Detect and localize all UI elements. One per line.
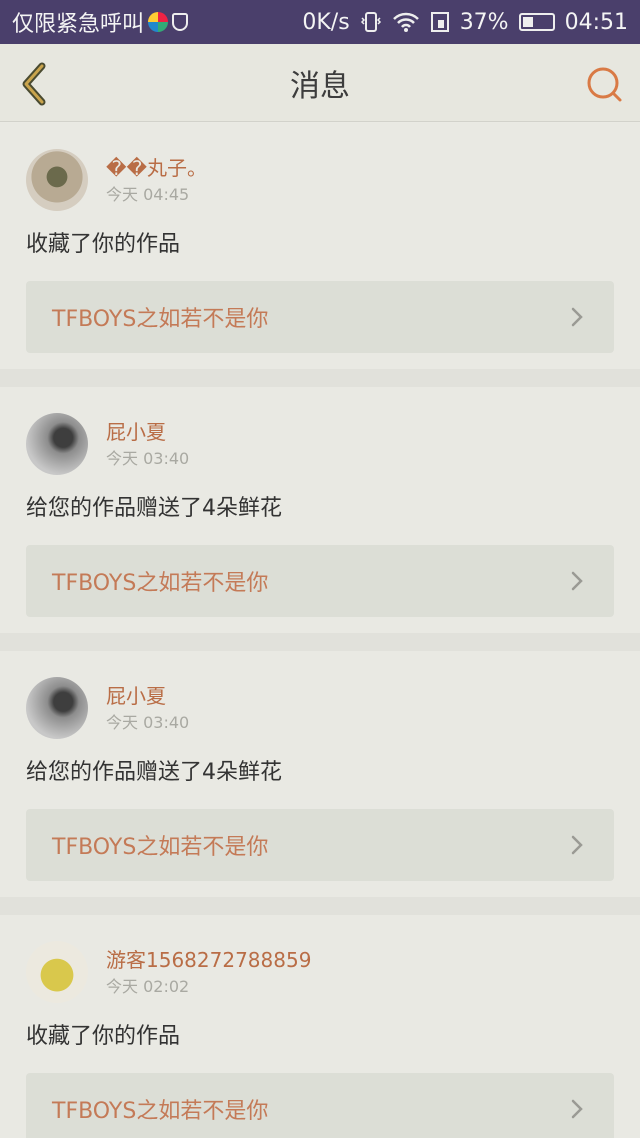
app-indicator-icon	[148, 12, 169, 32]
divider	[0, 897, 640, 915]
page-title: 消息	[290, 68, 350, 104]
action-text: 收藏了你的作品	[26, 232, 181, 257]
divider	[0, 369, 640, 387]
status-bar: 仅限紧急呼叫 0K/s 37% 04:51	[0, 0, 640, 44]
avatar[interactable]	[26, 413, 88, 475]
work-title: TFBOYS之如若不是你	[52, 307, 269, 332]
avatar[interactable]	[26, 941, 88, 1003]
timestamp: 今天 02:02	[106, 977, 190, 996]
work-title: TFBOYS之如若不是你	[52, 1099, 269, 1124]
wifi-icon	[392, 12, 419, 32]
shield-icon	[172, 13, 189, 31]
top-bar: 消息	[0, 44, 640, 122]
battery-icon	[518, 13, 555, 31]
timestamp: 今天 03:40	[106, 449, 190, 468]
clock: 04:51	[564, 9, 628, 35]
work-link[interactable]: TFBOYS之如若不是你	[26, 545, 614, 617]
message-item: 屁小夏 今天 03:40 给您的作品赠送了4朵鲜花 TFBOYS之如若不是你	[0, 387, 640, 633]
action-text: 给您的作品赠送了4朵鲜花	[26, 760, 282, 785]
network-speed: 0K/s	[302, 9, 350, 35]
chevron-right-icon	[571, 835, 583, 855]
work-title: TFBOYS之如若不是你	[52, 835, 269, 860]
username[interactable]: ��丸子。	[106, 154, 207, 182]
message-item: 屁小夏 今天 03:40 给您的作品赠送了4朵鲜花 TFBOYS之如若不是你	[0, 651, 640, 897]
back-arrow-icon	[22, 62, 46, 106]
sim-icon	[430, 12, 449, 32]
message-list: ��丸子。 今天 04:45 收藏了你的作品 TFBOYS之如若不是你 屁小夏 …	[0, 123, 640, 1138]
action-text: 给您的作品赠送了4朵鲜花	[26, 496, 282, 521]
battery-percent: 37%	[459, 9, 509, 35]
message-item: ��丸子。 今天 04:45 收藏了你的作品 TFBOYS之如若不是你	[0, 123, 640, 369]
message-item: 游客1568272788859 今天 02:02 收藏了你的作品 TFBOYS之…	[0, 915, 640, 1138]
avatar[interactable]	[26, 149, 88, 211]
back-button[interactable]	[16, 62, 56, 106]
divider	[0, 633, 640, 651]
username[interactable]: 屁小夏	[106, 682, 189, 710]
username[interactable]: 游客1568272788859	[106, 946, 311, 974]
work-link[interactable]: TFBOYS之如若不是你	[26, 281, 614, 353]
chevron-right-icon	[571, 571, 583, 591]
timestamp: 今天 03:40	[106, 713, 190, 732]
timestamp: 今天 04:45	[106, 185, 190, 204]
carrier-text: 仅限紧急呼叫	[12, 12, 145, 37]
search-icon	[587, 67, 622, 102]
work-link[interactable]: TFBOYS之如若不是你	[26, 809, 614, 881]
avatar[interactable]	[26, 677, 88, 739]
work-link[interactable]: TFBOYS之如若不是你	[26, 1073, 614, 1138]
action-text: 收藏了你的作品	[26, 1024, 181, 1049]
work-title: TFBOYS之如若不是你	[52, 571, 269, 596]
search-button[interactable]	[584, 64, 624, 104]
vibrate-icon	[360, 12, 381, 32]
username[interactable]: 屁小夏	[106, 418, 189, 446]
chevron-right-icon	[571, 307, 583, 327]
chevron-right-icon	[571, 1099, 583, 1119]
